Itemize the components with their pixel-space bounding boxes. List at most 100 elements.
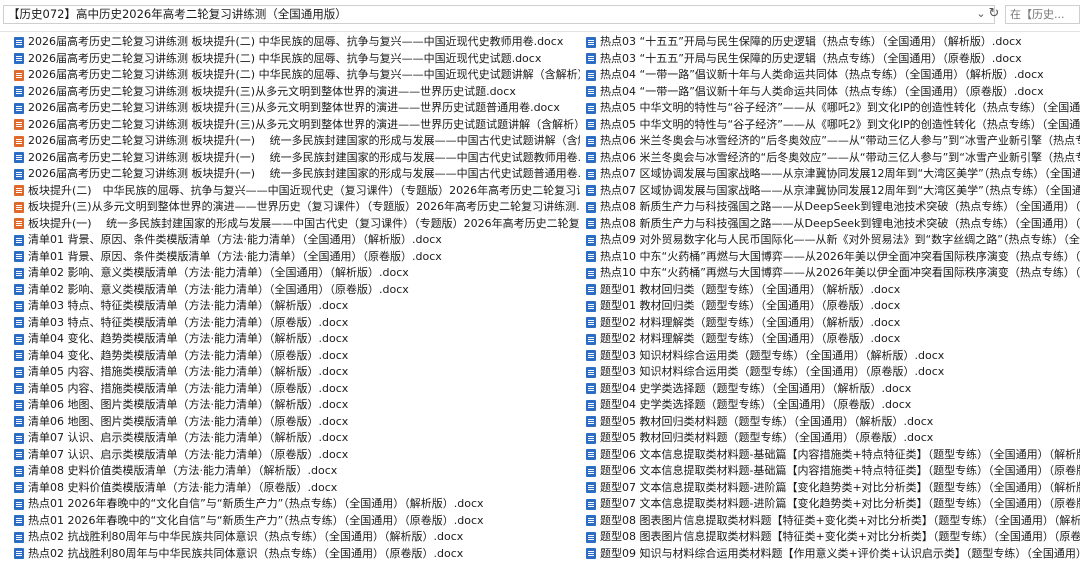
file-item[interactable]: 热点05 中华文明的特性与“谷子经济”——从《哪吒2》到文化IP的创造性转化（热… — [586, 117, 1080, 134]
file-item[interactable]: 题型06 文本信息提取类材料题-基础篇【内容措施类+特点特征类】（题型专练）（全… — [586, 463, 1080, 480]
file-item[interactable]: 题型01 教材回归类（题型专练）（全国通用）（原卷版）.docx — [586, 298, 1080, 315]
file-item[interactable]: 热点07 区域协调发展与国家战略——从京津冀协同发展12周年到“大湾区美学”（热… — [586, 166, 1080, 183]
refresh-icon[interactable]: ↻ — [987, 7, 1001, 21]
word-doc-icon — [586, 69, 596, 81]
file-item[interactable]: 题型03 知识材料综合运用类（题型专练）（全国通用）（原卷版）.docx — [586, 364, 1080, 381]
word-doc-icon — [14, 333, 24, 345]
address-bar[interactable]: 【历史072】高中历史2026年高考二轮复习讲练测（全国通用版） — [3, 5, 995, 24]
file-item[interactable]: 热点03 “十五五”开局与民生保障的历史逻辑（热点专练）（全国通用）（解析版）.… — [586, 34, 1080, 51]
word-doc-icon — [14, 399, 24, 411]
file-item[interactable]: 热点04 “一带一路”倡议新十年与人类命运共同体（热点专练）（全国通用）（解析版… — [586, 67, 1080, 84]
file-list-right-column: 热点03 “十五五”开局与民生保障的历史逻辑（热点专练）（全国通用）（解析版）.… — [586, 34, 1080, 562]
file-item[interactable]: 清单02 影响、意义类模版清单（方法·能力清单）（全国通用）（原卷版）.docx — [14, 282, 580, 299]
file-name: 2026届高考历史二轮复习讲练测 板块提升(一) 统一多民族封建国家的形成与发展… — [28, 134, 580, 147]
file-item[interactable]: 题型05 教材回归类材料题（题型专练）（全国通用）（解析版）.docx — [586, 414, 1080, 431]
word-doc-icon — [14, 102, 24, 114]
file-item[interactable]: 清单04 变化、趋势类模版清单（方法·能力清单）（原卷版）.docx — [14, 348, 580, 365]
file-item[interactable]: 热点01 2026年春晚中的“文化自信”与“新质生产力”（热点专练）（全国通用）… — [14, 496, 580, 513]
file-item[interactable]: 2026届高考历史二轮复习讲练测 板块提升(二) 中华民族的屈辱、抗争与复兴——… — [14, 51, 580, 68]
file-item[interactable]: 热点06 米兰冬奥会与冰雪经济的“后冬奥效应”——从“带动三亿人参与”到“冰雪产… — [586, 150, 1080, 167]
word-doc-icon — [14, 416, 24, 428]
file-name: 热点06 米兰冬奥会与冰雪经济的“后冬奥效应”——从“带动三亿人参与”到“冰雪产… — [600, 134, 1080, 147]
file-name: 热点05 中华文明的特性与“谷子经济”——从《哪吒2》到文化IP的创造性转化（热… — [600, 101, 1080, 114]
file-item[interactable]: 题型08 图表图片信息提取类材料题【特征类+变化类+对比分析类】（题型专练）（全… — [586, 529, 1080, 546]
file-item[interactable]: 清单06 地图、图片类模版清单（方法·能力清单）（解析版）.docx — [14, 397, 580, 414]
file-name: 题型07 文本信息提取类材料题-进阶篇【变化趋势类+对比分析类】（题型专练）（全… — [600, 480, 1080, 494]
file-name: 题型09 知识与材料综合运用类材料题【作用意义类+评价类+认识启示类】（题型专练… — [600, 546, 1080, 560]
file-item[interactable]: 清单03 特点、特征类模版清单（方法·能力清单）（原卷版）.docx — [14, 315, 580, 332]
file-name: 题型04 史学类选择题（题型专练）（全国通用）（解析版）.docx — [600, 381, 912, 395]
file-item[interactable]: 热点09 对外贸易数字化与人民币国际化——从新《对外贸易法》到“数字丝绸之路”（… — [586, 232, 1080, 249]
word-doc-icon — [586, 234, 596, 246]
file-name: 热点08 新质生产力与科技强国之路——从DeepSeek到锂电池技术突破（热点专… — [600, 216, 1080, 230]
word-doc-icon — [586, 135, 596, 147]
word-doc-icon — [586, 350, 596, 362]
word-doc-icon — [14, 53, 24, 65]
file-item[interactable]: 题型08 图表图片信息提取类材料题【特征类+变化类+对比分析类】（题型专练）（全… — [586, 513, 1080, 530]
file-item[interactable]: 清单07 认识、启示类模版清单（方法·能力清单）（解析版）.docx — [14, 430, 580, 447]
file-item[interactable]: 热点08 新质生产力与科技强国之路——从DeepSeek到锂电池技术突破（热点专… — [586, 199, 1080, 216]
word-doc-icon — [14, 482, 24, 494]
file-item[interactable]: 热点10 中东“火药桶”再燃与大国博弈——从2026年美以伊全面冲突看国际秩序演… — [586, 265, 1080, 282]
file-name: 清单08 史料价值类模版清单（方法·能力清单）（解析版）.docx — [28, 464, 338, 477]
file-item[interactable]: 清单03 特点、特征类模版清单（方法·能力清单）（解析版）.docx — [14, 298, 580, 315]
file-item[interactable]: 热点08 新质生产力与科技强国之路——从DeepSeek到锂电池技术突破（热点专… — [586, 216, 1080, 233]
file-item[interactable]: 题型06 文本信息提取类材料题-基础篇【内容措施类+特点特征类】（题型专练）（全… — [586, 447, 1080, 464]
file-item[interactable]: 热点02 抗战胜利80周年与中华民族共同体意识（热点专练）（全国通用）（解析版）… — [14, 529, 580, 546]
word-doc-icon — [14, 234, 24, 246]
file-item[interactable]: 清单04 变化、趋势类模版清单（方法·能力清单）（解析版）.docx — [14, 331, 580, 348]
file-item[interactable]: 2026届高考历史二轮复习讲练测 板块提升(二) 中华民族的屈辱、抗争与复兴——… — [14, 34, 580, 51]
file-item[interactable]: 题型02 材料理解类（题型专练）（全国通用）（解析版）.docx — [586, 315, 1080, 332]
file-name: 热点09 对外贸易数字化与人民币国际化——从新《对外贸易法》到“数字丝绸之路”（… — [600, 233, 1080, 246]
file-item[interactable]: 2026届高考历史二轮复习讲练测 板块提升(一) 统一多民族封建国家的形成与发展… — [14, 166, 580, 183]
file-name: 清单08 史料价值类模版清单（方法·能力清单）（原卷版）.docx — [28, 480, 338, 494]
file-item[interactable]: 题型01 教材回归类（题型专练）（全国通用）（解析版）.docx — [586, 282, 1080, 299]
file-item[interactable]: 2026届高考历史二轮复习讲练测 板块提升(三)从多元文明到整体世界的演进——世… — [14, 100, 580, 117]
word-doc-icon — [14, 152, 24, 164]
file-item[interactable]: 清单07 认识、启示类模版清单（方法·能力清单）（原卷版）.docx — [14, 447, 580, 464]
file-item[interactable]: 清单02 影响、意义类模版清单（方法·能力清单）（全国通用）（解析版）.docx — [14, 265, 580, 282]
chevron-down-icon[interactable]: ⌄ — [975, 7, 987, 21]
file-item[interactable]: 热点01 2026年春晚中的“文化自信”与“新质生产力”（热点专练）（全国通用）… — [14, 513, 580, 530]
file-item[interactable]: 题型05 教材回归类材料题（题型专练）（全国通用）（原卷版）.docx — [586, 430, 1080, 447]
file-item[interactable]: 题型09 知识与材料综合运用类材料题【作用意义类+评价类+认识启示类】（题型专练… — [586, 546, 1080, 563]
file-item[interactable]: 清单08 史料价值类模版清单（方法·能力清单）（解析版）.docx — [14, 463, 580, 480]
file-item[interactable]: 题型03 知识材料综合运用类（题型专练）（全国通用）（解析版）.docx — [586, 348, 1080, 365]
file-item[interactable]: 2026届高考历史二轮复习讲练测 板块提升(二) 中华民族的屈辱、抗争与复兴——… — [14, 67, 580, 84]
file-item[interactable]: 板块提升(三)从多元文明到整体世界的演进——世界历史（复习课件）（专题版）202… — [14, 199, 580, 216]
file-item[interactable]: 2026届高考历史二轮复习讲练测 板块提升(三)从多元文明到整体世界的演进——世… — [14, 84, 580, 101]
file-item[interactable]: 清单01 背景、原因、条件类模版清单（方法·能力清单）（全国通用）（解析版）.d… — [14, 232, 580, 249]
file-item[interactable]: 题型04 史学类选择题（题型专练）（全国通用）（解析版）.docx — [586, 381, 1080, 398]
file-item[interactable]: 2026届高考历史二轮复习讲练测 板块提升(一) 统一多民族封建国家的形成与发展… — [14, 150, 580, 167]
file-item[interactable]: 清单08 史料价值类模版清单（方法·能力清单）（原卷版）.docx — [14, 480, 580, 497]
file-item[interactable]: 热点02 抗战胜利80周年与中华民族共同体意识（热点专练）（全国通用）（原卷版）… — [14, 546, 580, 563]
file-item[interactable]: 板块提升(一) 统一多民族封建国家的形成与发展——中国古代史（复习课件）（专题版… — [14, 216, 580, 233]
file-item[interactable]: 热点05 中华文明的特性与“谷子经济”——从《哪吒2》到文化IP的创造性转化（热… — [586, 100, 1080, 117]
file-item[interactable]: 题型07 文本信息提取类材料题-进阶篇【变化趋势类+对比分析类】（题型专练）（全… — [586, 496, 1080, 513]
file-item[interactable]: 热点10 中东“火药桶”再燃与大国博弈——从2026年美以伊全面冲突看国际秩序演… — [586, 249, 1080, 266]
file-name: 板块提升(一) 统一多民族封建国家的形成与发展——中国古代史（复习课件）（专题版… — [28, 216, 580, 230]
file-item[interactable]: 2026届高考历史二轮复习讲练测 板块提升(一) 统一多民族封建国家的形成与发展… — [14, 133, 580, 150]
word-doc-icon — [14, 284, 24, 296]
file-name: 板块提升(三)从多元文明到整体世界的演进——世界历史（复习课件）（专题版）202… — [28, 200, 580, 213]
file-item[interactable]: 热点04 “一带一路”倡议新十年与人类命运共同体（热点专练）（全国通用）（原卷版… — [586, 84, 1080, 101]
file-item[interactable]: 热点07 区域协调发展与国家战略——从京津冀协同发展12周年到“大湾区美学”（热… — [586, 183, 1080, 200]
file-item[interactable]: 清单06 地图、图片类模版清单（方法·能力清单）（原卷版）.docx — [14, 414, 580, 431]
file-item[interactable]: 清单05 内容、措施类模版清单（方法·能力清单）（解析版）.docx — [14, 364, 580, 381]
file-item[interactable]: 2026届高考历史二轮复习讲练测 板块提升(三)从多元文明到整体世界的演进——世… — [14, 117, 580, 134]
search-input[interactable]: 在【历史... — [1005, 5, 1080, 24]
file-item[interactable]: 热点03 “十五五”开局与民生保障的历史逻辑（热点专练）（全国通用）（原卷版）.… — [586, 51, 1080, 68]
file-item[interactable]: 热点06 米兰冬奥会与冰雪经济的“后冬奥效应”——从“带动三亿人参与”到“冰雪产… — [586, 133, 1080, 150]
file-name: 清单03 特点、特征类模版清单（方法·能力清单）（原卷版）.docx — [28, 315, 349, 329]
word-doc-icon — [14, 366, 24, 378]
file-item[interactable]: 题型04 史学类选择题（题型专练）（全国通用）（原卷版）.docx — [586, 397, 1080, 414]
file-item[interactable]: 题型07 文本信息提取类材料题-进阶篇【变化趋势类+对比分析类】（题型专练）（全… — [586, 480, 1080, 497]
file-item[interactable]: 题型02 材料理解类（题型专练）（全国通用）（原卷版）.docx — [586, 331, 1080, 348]
file-name: 题型07 文本信息提取类材料题-进阶篇【变化趋势类+对比分析类】（题型专练）（全… — [600, 497, 1080, 510]
file-name: 热点05 中华文明的特性与“谷子经济”——从《哪吒2》到文化IP的创造性转化（热… — [600, 117, 1080, 131]
word-doc-icon — [14, 498, 24, 510]
file-item[interactable]: 清单01 背景、原因、条件类模版清单（方法·能力清单）（全国通用）（原卷版）.d… — [14, 249, 580, 266]
file-item[interactable]: 板块提升(二) 中华民族的屈辱、抗争与复兴——中国近现代史（复习课件）（专题版）… — [14, 183, 580, 200]
file-name: 题型02 材料理解类（题型专练）（全国通用）（原卷版）.docx — [600, 332, 901, 345]
file-item[interactable]: 清单05 内容、措施类模版清单（方法·能力清单）（原卷版）.docx — [14, 381, 580, 398]
